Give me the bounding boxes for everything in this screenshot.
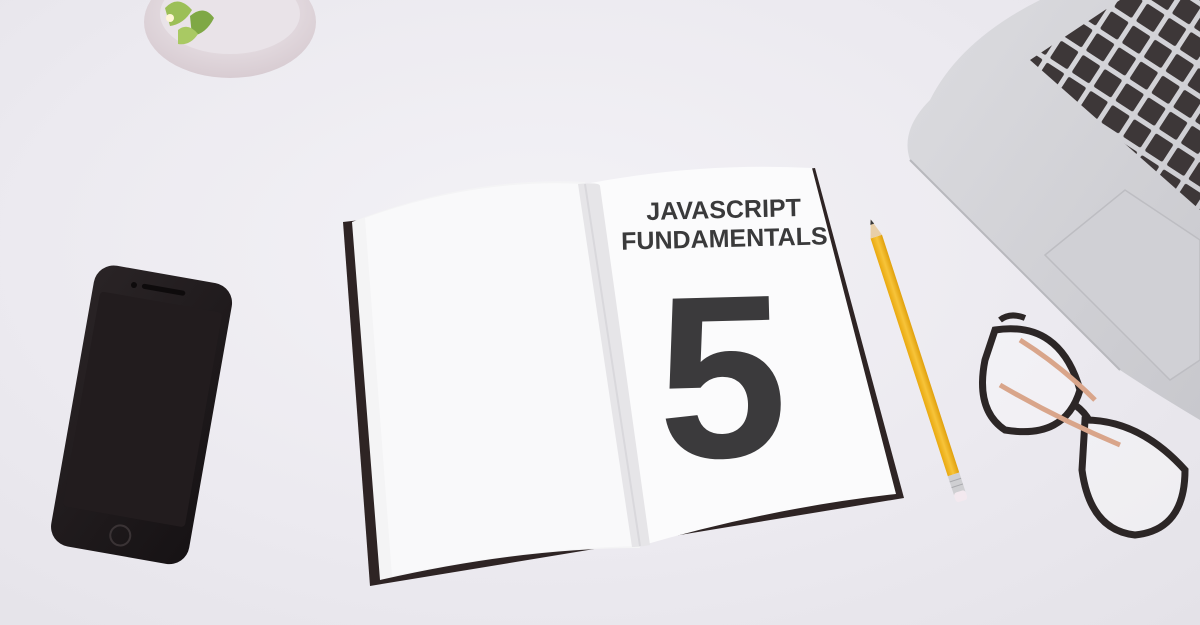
desk-scene: JAVASCRIPT FUNDAMENTALS 5 [0, 0, 1200, 625]
notebook-number: 5 [654, 246, 790, 509]
notebook-title-line-1: JAVASCRIPT [645, 193, 802, 227]
desk-illustration [51, 0, 1200, 586]
plant-pot [144, 0, 316, 78]
smartphone [51, 265, 233, 565]
